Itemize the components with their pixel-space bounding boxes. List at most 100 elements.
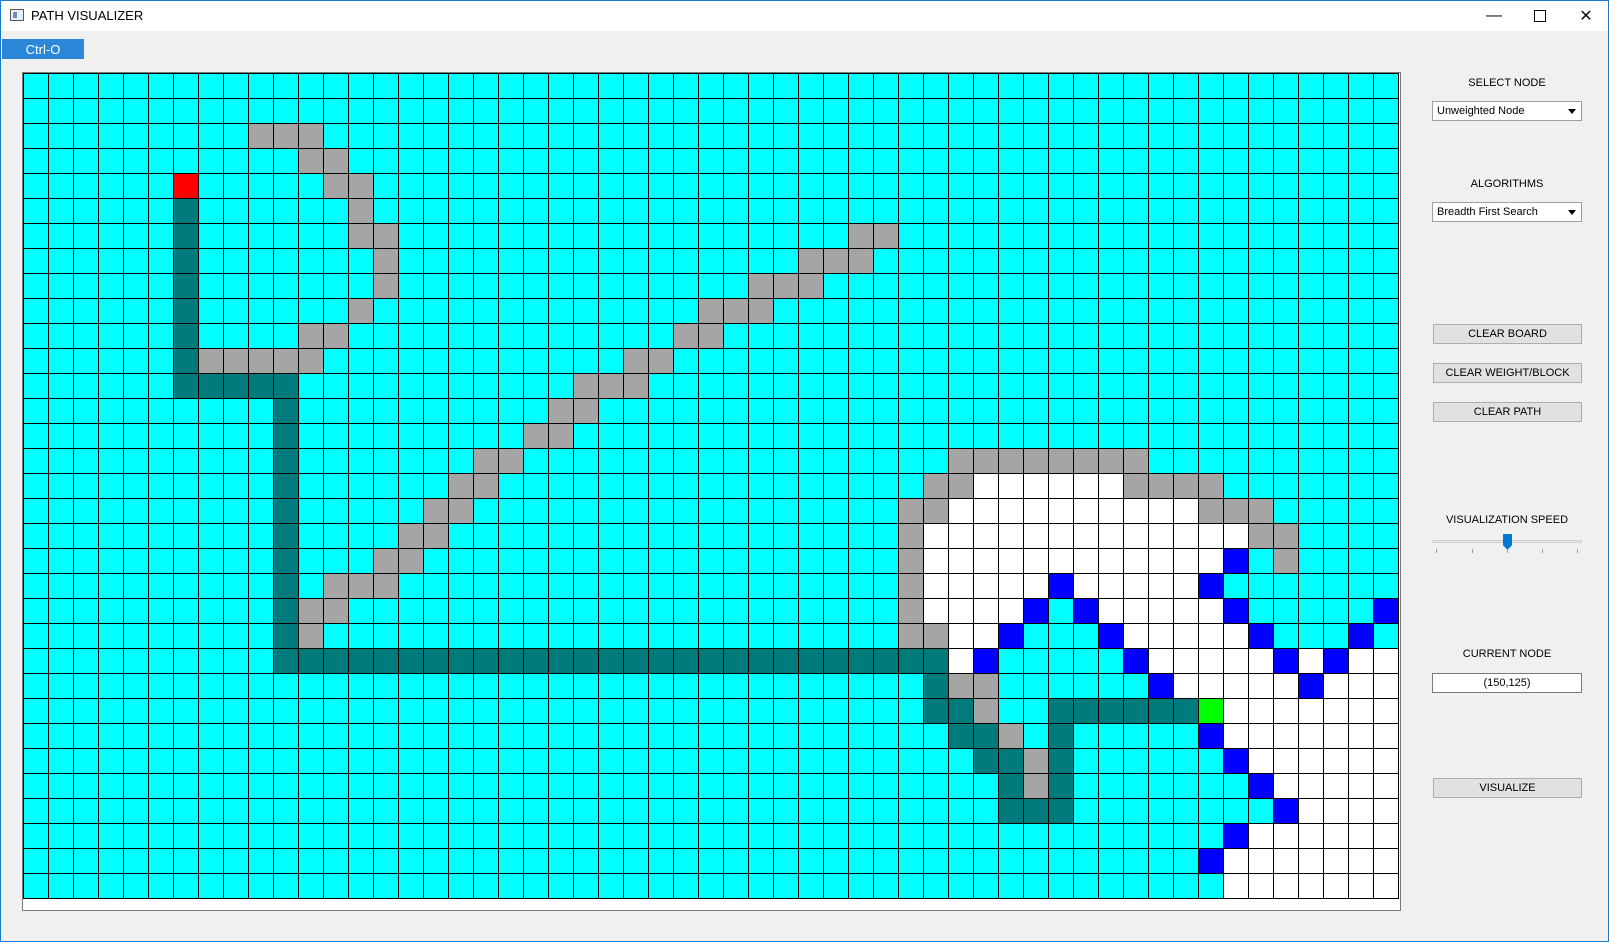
grid-cell[interactable]	[1274, 374, 1299, 399]
grid-cell[interactable]	[624, 874, 649, 899]
grid-cell-frontier[interactable]	[1224, 549, 1249, 574]
grid-cell[interactable]	[74, 249, 99, 274]
grid-cell[interactable]	[599, 299, 624, 324]
grid-cell[interactable]	[649, 524, 674, 549]
grid-cell[interactable]	[1274, 199, 1299, 224]
grid-cell[interactable]	[49, 499, 74, 524]
grid-cell[interactable]	[524, 724, 549, 749]
grid-cell[interactable]	[1124, 274, 1149, 299]
grid-cell[interactable]	[524, 374, 549, 399]
grid-cell[interactable]	[999, 399, 1024, 424]
grid-cell[interactable]	[299, 274, 324, 299]
grid-cell[interactable]	[999, 124, 1024, 149]
grid-cell[interactable]	[299, 374, 324, 399]
grid-cell[interactable]	[1024, 324, 1049, 349]
grid-cell[interactable]	[1149, 324, 1174, 349]
grid-cell[interactable]	[1099, 124, 1124, 149]
grid-cell-visited[interactable]	[1174, 624, 1199, 649]
grid-cell[interactable]	[374, 674, 399, 699]
grid-cell[interactable]	[1049, 274, 1074, 299]
grid-cell[interactable]	[324, 849, 349, 874]
grid-cell[interactable]	[1124, 824, 1149, 849]
grid-cell-visited[interactable]	[1099, 549, 1124, 574]
grid-cell[interactable]	[849, 674, 874, 699]
grid-cell[interactable]	[549, 499, 574, 524]
grid-cell[interactable]	[649, 599, 674, 624]
grid-cell[interactable]	[549, 99, 574, 124]
grid-cell[interactable]	[274, 874, 299, 899]
grid-cell-visited[interactable]	[1374, 649, 1399, 674]
grid-cell[interactable]	[674, 824, 699, 849]
grid-cell[interactable]	[874, 99, 899, 124]
grid-cell[interactable]	[49, 299, 74, 324]
grid-cell[interactable]	[599, 449, 624, 474]
grid-cell-visited[interactable]	[1349, 874, 1374, 899]
grid-cell[interactable]	[1249, 374, 1274, 399]
grid-cell[interactable]	[599, 199, 624, 224]
grid-cell[interactable]	[499, 474, 524, 499]
grid-cell[interactable]	[1274, 149, 1299, 174]
grid-cell[interactable]	[399, 824, 424, 849]
grid-cell-wall[interactable]	[649, 349, 674, 374]
grid-cell[interactable]	[149, 824, 174, 849]
grid-cell[interactable]	[799, 749, 824, 774]
grid-cell[interactable]	[324, 674, 349, 699]
grid-cell[interactable]	[174, 549, 199, 574]
grid-cell[interactable]	[624, 749, 649, 774]
grid-cell[interactable]	[1074, 749, 1099, 774]
grid-cell[interactable]	[824, 849, 849, 874]
grid-cell[interactable]	[1349, 399, 1374, 424]
grid-cell[interactable]	[924, 724, 949, 749]
grid-cell[interactable]	[849, 574, 874, 599]
grid-cell[interactable]	[974, 149, 999, 174]
grid-cell[interactable]	[774, 399, 799, 424]
grid-cell[interactable]	[499, 399, 524, 424]
grid-cell[interactable]	[449, 424, 474, 449]
grid-cell[interactable]	[749, 149, 774, 174]
grid-cell[interactable]	[674, 174, 699, 199]
grid-cell[interactable]	[399, 624, 424, 649]
grid-cell[interactable]	[749, 749, 774, 774]
grid-cell[interactable]	[799, 524, 824, 549]
grid-cell[interactable]	[1199, 99, 1224, 124]
grid-cell[interactable]	[599, 224, 624, 249]
grid-cell[interactable]	[674, 799, 699, 824]
grid-cell-visited[interactable]	[1124, 624, 1149, 649]
grid-cell[interactable]	[24, 499, 49, 524]
grid-cell-visited[interactable]	[1224, 724, 1249, 749]
grid-cell[interactable]	[824, 524, 849, 549]
grid-cell[interactable]	[399, 199, 424, 224]
grid-cell[interactable]	[1274, 224, 1299, 249]
grid-cell[interactable]	[499, 174, 524, 199]
grid-cell[interactable]	[1099, 224, 1124, 249]
grid-cell[interactable]	[1349, 324, 1374, 349]
grid-cell[interactable]	[449, 599, 474, 624]
grid-cell[interactable]	[574, 599, 599, 624]
grid-cell[interactable]	[474, 574, 499, 599]
grid-cell[interactable]	[149, 424, 174, 449]
grid-cell[interactable]	[999, 824, 1024, 849]
grid-cell[interactable]	[799, 549, 824, 574]
grid-cell-visited[interactable]	[1199, 624, 1224, 649]
grid-cell[interactable]	[499, 674, 524, 699]
grid-cell[interactable]	[324, 499, 349, 524]
grid-cell[interactable]	[1149, 274, 1174, 299]
grid-cell[interactable]	[1074, 424, 1099, 449]
grid-cell[interactable]	[899, 774, 924, 799]
grid-cell[interactable]	[349, 874, 374, 899]
grid-cell-wall[interactable]	[299, 599, 324, 624]
grid-cell[interactable]	[124, 299, 149, 324]
grid-cell[interactable]	[224, 124, 249, 149]
grid-cell[interactable]	[174, 624, 199, 649]
grid-cell-visited[interactable]	[1274, 749, 1299, 774]
grid-cell[interactable]	[674, 274, 699, 299]
grid-cell[interactable]	[174, 524, 199, 549]
grid-cell[interactable]	[199, 249, 224, 274]
grid-cell[interactable]	[274, 299, 299, 324]
grid-cell-path[interactable]	[174, 349, 199, 374]
grid-cell[interactable]	[1124, 749, 1149, 774]
grid-cell[interactable]	[924, 824, 949, 849]
grid-cell[interactable]	[424, 249, 449, 274]
grid-cell[interactable]	[499, 124, 524, 149]
grid-cell[interactable]	[249, 549, 274, 574]
